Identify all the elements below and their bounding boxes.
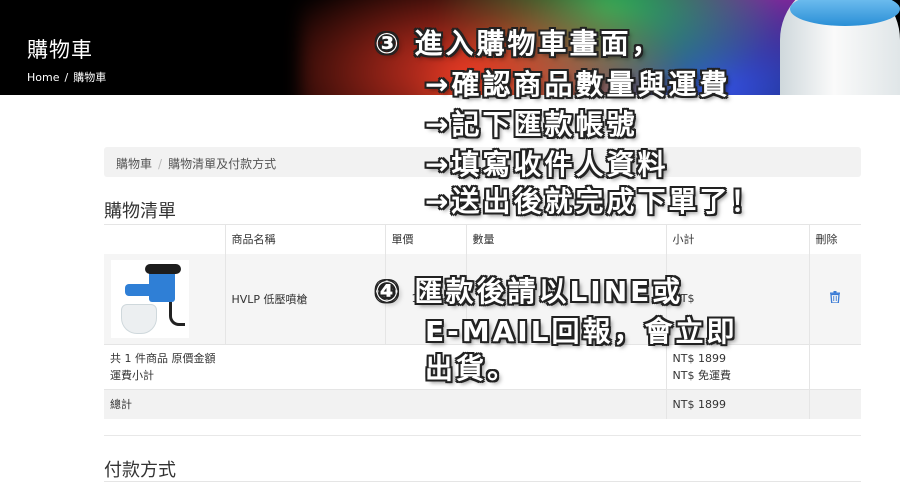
total-value: NT$ 1899 [665,389,809,419]
annotation-step3-line3: →記下匯款帳號 [425,108,638,141]
annotation-step4-line3: 出貨。 [425,352,519,385]
table-header-row: 商品名稱 單價 數量 小計 刪除 [104,224,861,254]
product-name[interactable]: HVLP 低壓噴槍 [224,253,385,345]
breadcrumb-current: 購物車 [73,71,107,84]
breadcrumb-home-link[interactable]: Home [27,71,59,84]
shipping-label: 運費小計 [110,369,154,382]
delete-button[interactable] [808,253,861,345]
col-header-delete: 刪除 [808,224,861,254]
header-breadcrumb: Home / 購物車 [27,69,106,85]
breadcrumb-separator: / [158,157,163,171]
cart-section-title: 購物清單 [104,201,176,222]
divider [104,435,861,436]
total-row: 總計 NT$ 1899 [104,389,861,419]
col-header-name: 商品名稱 [224,224,385,254]
summary-values: NT$ 1899 NT$ 免運費 [665,344,809,390]
payment-section-title: 付款方式 [104,460,176,481]
col-header-price: 單價 [384,224,466,254]
product-image-cell [104,253,225,345]
annotation-step3-line1: ③ 進入購物車畫面， [375,27,663,60]
summary-labels: 共 1 件商品 原價金額 運費小計 [104,344,666,390]
original-total: NT$ 1899 [672,352,726,365]
breadcrumb-separator: / [64,71,69,84]
annotation-step3-line5: →送出後就完成下單了！ [425,185,762,218]
annotation-step4-line2: E-MAIL回報，會立即 [425,315,738,348]
payment-table-top-border [104,481,861,482]
shipping-value: NT$ 免運費 [672,369,731,382]
breadcrumb-current: 購物清單及付款方式 [168,157,277,171]
trash-icon [830,291,841,304]
page-title: 購物車 [27,38,93,62]
annotation-step4-line1: ④ 匯款後請以LINE或 [375,275,684,308]
col-header-image [104,224,225,254]
annotation-step3-line4: →填寫收件人資料 [425,148,669,181]
col-header-quantity: 數量 [465,224,666,254]
total-label: 總計 [104,389,666,419]
annotation-step3-line2: →確認商品數量與運費 [425,68,731,101]
breadcrumb-cart-link[interactable]: 購物車 [116,157,152,171]
item-count-label: 共 1 件商品 原價金額 [110,352,216,365]
product-image[interactable] [111,259,189,338]
col-header-subtotal: 小計 [665,224,809,254]
